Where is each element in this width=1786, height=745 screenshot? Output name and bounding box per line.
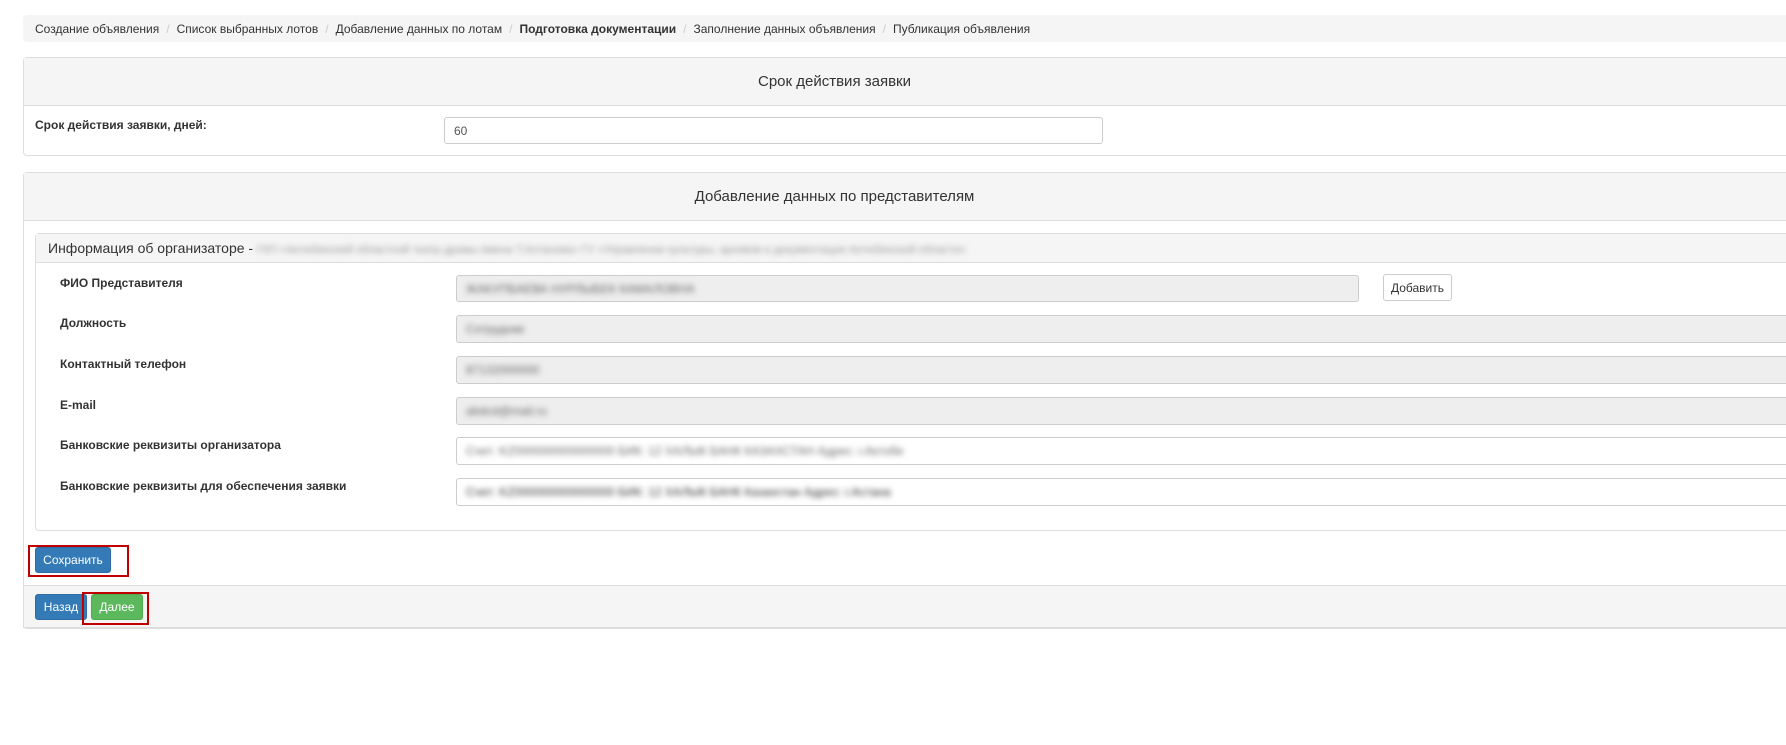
- fio-label: ФИО Представителя: [60, 276, 183, 290]
- validity-days-label: Срок действия заявки, дней:: [35, 118, 207, 132]
- breadcrumb-item-create-announcement[interactable]: Создание объявления: [35, 22, 159, 36]
- validity-days-input[interactable]: 60: [444, 117, 1103, 144]
- breadcrumb-separator: /: [882, 21, 886, 36]
- organizer-name: ГКП «Актюбинский областной театр драмы и…: [256, 244, 967, 256]
- position-label: Должность: [60, 316, 127, 330]
- validity-panel-heading: Срок действия заявки: [24, 58, 1786, 106]
- representatives-panel-heading: Добавление данных по представителям: [24, 173, 1786, 221]
- breadcrumb-item-documentation: Подготовка документации: [519, 21, 677, 36]
- bank-security-select[interactable]: Счет: KZ000000000000000 БИК: 12 ХАЛЫК БА…: [456, 478, 1786, 506]
- breadcrumb-item-fill-announcement[interactable]: Заполнение данных объявления: [693, 22, 875, 36]
- save-button[interactable]: Сохранить: [35, 547, 111, 573]
- breadcrumb-item-lot-data[interactable]: Добавление данных по лотам: [336, 22, 503, 36]
- breadcrumb-separator: /: [325, 21, 329, 36]
- breadcrumb-item-publish[interactable]: Публикация объявления: [893, 22, 1030, 36]
- breadcrumb-separator: /: [166, 21, 170, 36]
- organizer-info-title: Информация об организаторе -: [48, 240, 254, 256]
- breadcrumb-separator: /: [509, 21, 513, 36]
- breadcrumb: Создание объявления / Список выбранных л…: [23, 15, 1786, 42]
- email-label: E-mail: [60, 398, 97, 412]
- position-field: Сотрудник: [456, 315, 1786, 343]
- bank-security-label: Банковские реквизиты для обеспечения зая…: [60, 479, 347, 493]
- email-value: abdcd@mail.ru: [466, 404, 547, 418]
- breadcrumb-item-selected-lots[interactable]: Список выбранных лотов: [177, 22, 319, 36]
- breadcrumb-separator: /: [683, 21, 687, 36]
- bank-details-label: Банковские реквизиты организатора: [60, 438, 281, 452]
- fio-value: ЖАКУПБАЕВА НУРЛЫБЕК КАМАЛОВНА: [466, 282, 695, 296]
- add-representative-button[interactable]: Добавить: [1383, 274, 1452, 301]
- back-button[interactable]: Назад: [35, 594, 87, 620]
- representatives-panel-title: Добавление данных по представителям: [694, 188, 975, 205]
- bank-details-select[interactable]: Счет: KZ000000000000000 БИК: 12 ХАЛЫК БА…: [456, 437, 1786, 465]
- position-value: Сотрудник: [466, 322, 525, 336]
- form-footer: [23, 585, 1786, 628]
- organizer-info-heading: Информация об организаторе - ГКП «Актюби…: [36, 234, 1786, 263]
- phone-value: 87132000000: [466, 363, 540, 377]
- validity-panel-title: Срок действия заявки: [758, 73, 911, 90]
- next-button[interactable]: Далее: [91, 594, 143, 620]
- phone-field: 87132000000: [456, 356, 1786, 384]
- bank-details-value: Счет: KZ000000000000000 БИК: 12 ХАЛЫК БА…: [466, 444, 904, 458]
- email-field: abdcd@mail.ru: [456, 397, 1786, 425]
- phone-label: Контактный телефон: [60, 357, 187, 371]
- bank-security-value: Счет: KZ000000000000000 БИК: 12 ХАЛЫК БА…: [466, 485, 891, 499]
- fio-field: ЖАКУПБАЕВА НУРЛЫБЕК КАМАЛОВНА: [456, 275, 1359, 302]
